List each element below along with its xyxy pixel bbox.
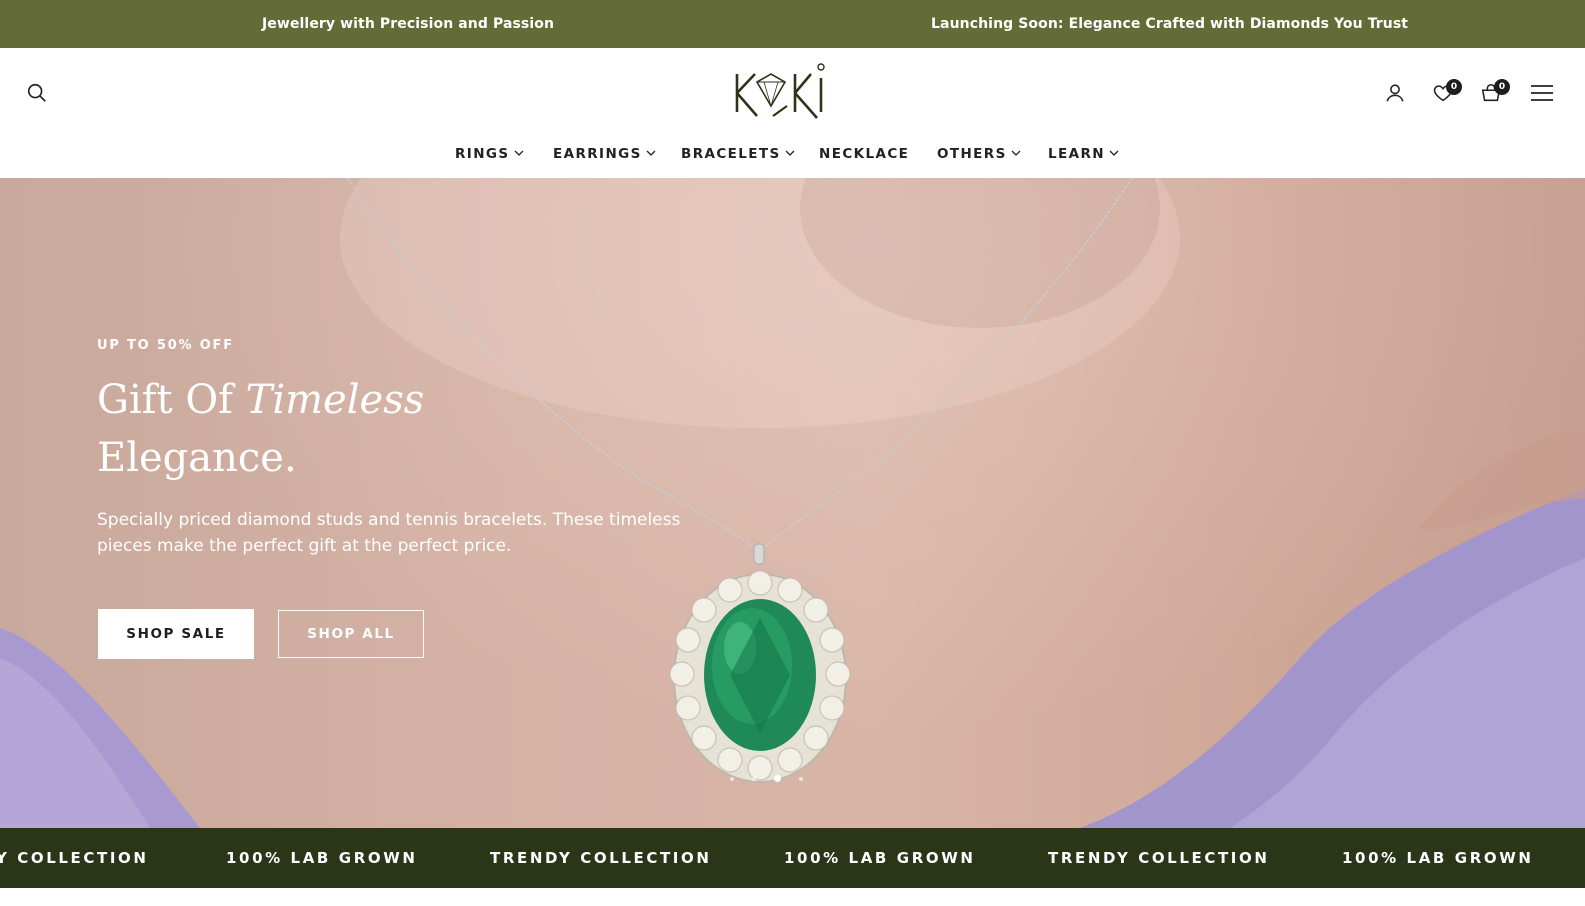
announcement-left-text: Jewellery with Precision and Passion (262, 16, 555, 32)
marquee-item: 100% LAB GROWN (226, 849, 418, 867)
nav-item-bracelets[interactable]: BRACELETS (681, 146, 795, 162)
slide-dot-3-active[interactable] (774, 775, 781, 782)
nav-label: NECKLACE (819, 146, 910, 162)
marquee-item: TRENDY COLLECTION (490, 849, 712, 867)
chevron-down-icon (646, 150, 656, 156)
site-logo[interactable] (733, 60, 833, 126)
cart-count-badge: 0 (1494, 79, 1510, 95)
nav-item-rings[interactable]: RINGS (455, 146, 524, 162)
slide-dot-2[interactable] (752, 776, 756, 781)
hero-subtext: Specially priced diamond studs and tenni… (97, 510, 681, 556)
shop-all-button[interactable]: SHOP ALL (278, 610, 424, 658)
nav-label: LEARN (1048, 146, 1105, 162)
chevron-down-icon (785, 150, 795, 156)
main-navigation: RINGS EARRINGS BRACELETS NECKLACE OTHERS… (0, 144, 1585, 168)
search-icon (27, 83, 46, 102)
slide-dot-1[interactable] (730, 776, 734, 781)
announcement-right-text: Launching Soon: Elegance Crafted with Di… (931, 16, 1409, 32)
hero-headline: Gift Of Timeless Elegance. (97, 371, 557, 487)
nav-item-earrings[interactable]: EARRINGS (553, 146, 656, 162)
nav-label: EARRINGS (553, 146, 642, 162)
hero-banner: UP TO 50% OFF Gift Of Timeless Elegance. … (0, 178, 1585, 828)
account-button[interactable] (1380, 78, 1410, 108)
shop-sale-button[interactable]: SHOP SALE (98, 609, 254, 659)
chevron-down-icon (514, 150, 523, 156)
hero-eyebrow: UP TO 50% OFF (97, 338, 234, 353)
user-icon (1386, 84, 1404, 102)
feature-marquee: Y COLLECTION 100% LAB GROWN TRENDY COLLE… (0, 828, 1585, 888)
slide-dot-4[interactable] (799, 776, 803, 781)
nav-item-others[interactable]: OTHERS (937, 146, 1021, 162)
chevron-down-icon (1109, 150, 1119, 156)
wishlist-count-badge: 0 (1446, 79, 1462, 95)
nav-item-learn[interactable]: LEARN (1048, 146, 1119, 162)
nav-label: OTHERS (937, 146, 1007, 162)
headline-part1: Gift Of (97, 377, 246, 423)
search-button[interactable] (22, 78, 52, 108)
nav-item-necklace[interactable]: NECKLACE (819, 146, 909, 162)
slide-indicator (730, 775, 803, 782)
marquee-item: Y COLLECTION (0, 849, 149, 867)
headline-italic: Timeless (245, 377, 425, 423)
hero-content: UP TO 50% OFF Gift Of Timeless Elegance. … (97, 338, 717, 559)
marquee-item: 100% LAB GROWN (1342, 849, 1534, 867)
chevron-down-icon (1011, 150, 1021, 156)
marquee-item: TRENDY COLLECTION (1048, 849, 1270, 867)
site-header: 0 0 RINGS EARRINGS BRACELETS NECKLACE OT… (0, 48, 1585, 178)
nav-label: RINGS (455, 146, 510, 162)
announcement-bar: Jewellery with Precision and Passion Lau… (0, 0, 1585, 48)
hamburger-menu-icon (1531, 85, 1553, 101)
marquee-item: 100% LAB GROWN (784, 849, 976, 867)
wishlist-button[interactable]: 0 (1428, 78, 1462, 108)
cart-button[interactable]: 0 (1476, 78, 1510, 108)
headline-part2: Elegance. (97, 435, 297, 481)
nav-label: BRACELETS (681, 146, 781, 162)
menu-button[interactable] (1527, 78, 1557, 108)
page-continuation (0, 888, 1585, 906)
